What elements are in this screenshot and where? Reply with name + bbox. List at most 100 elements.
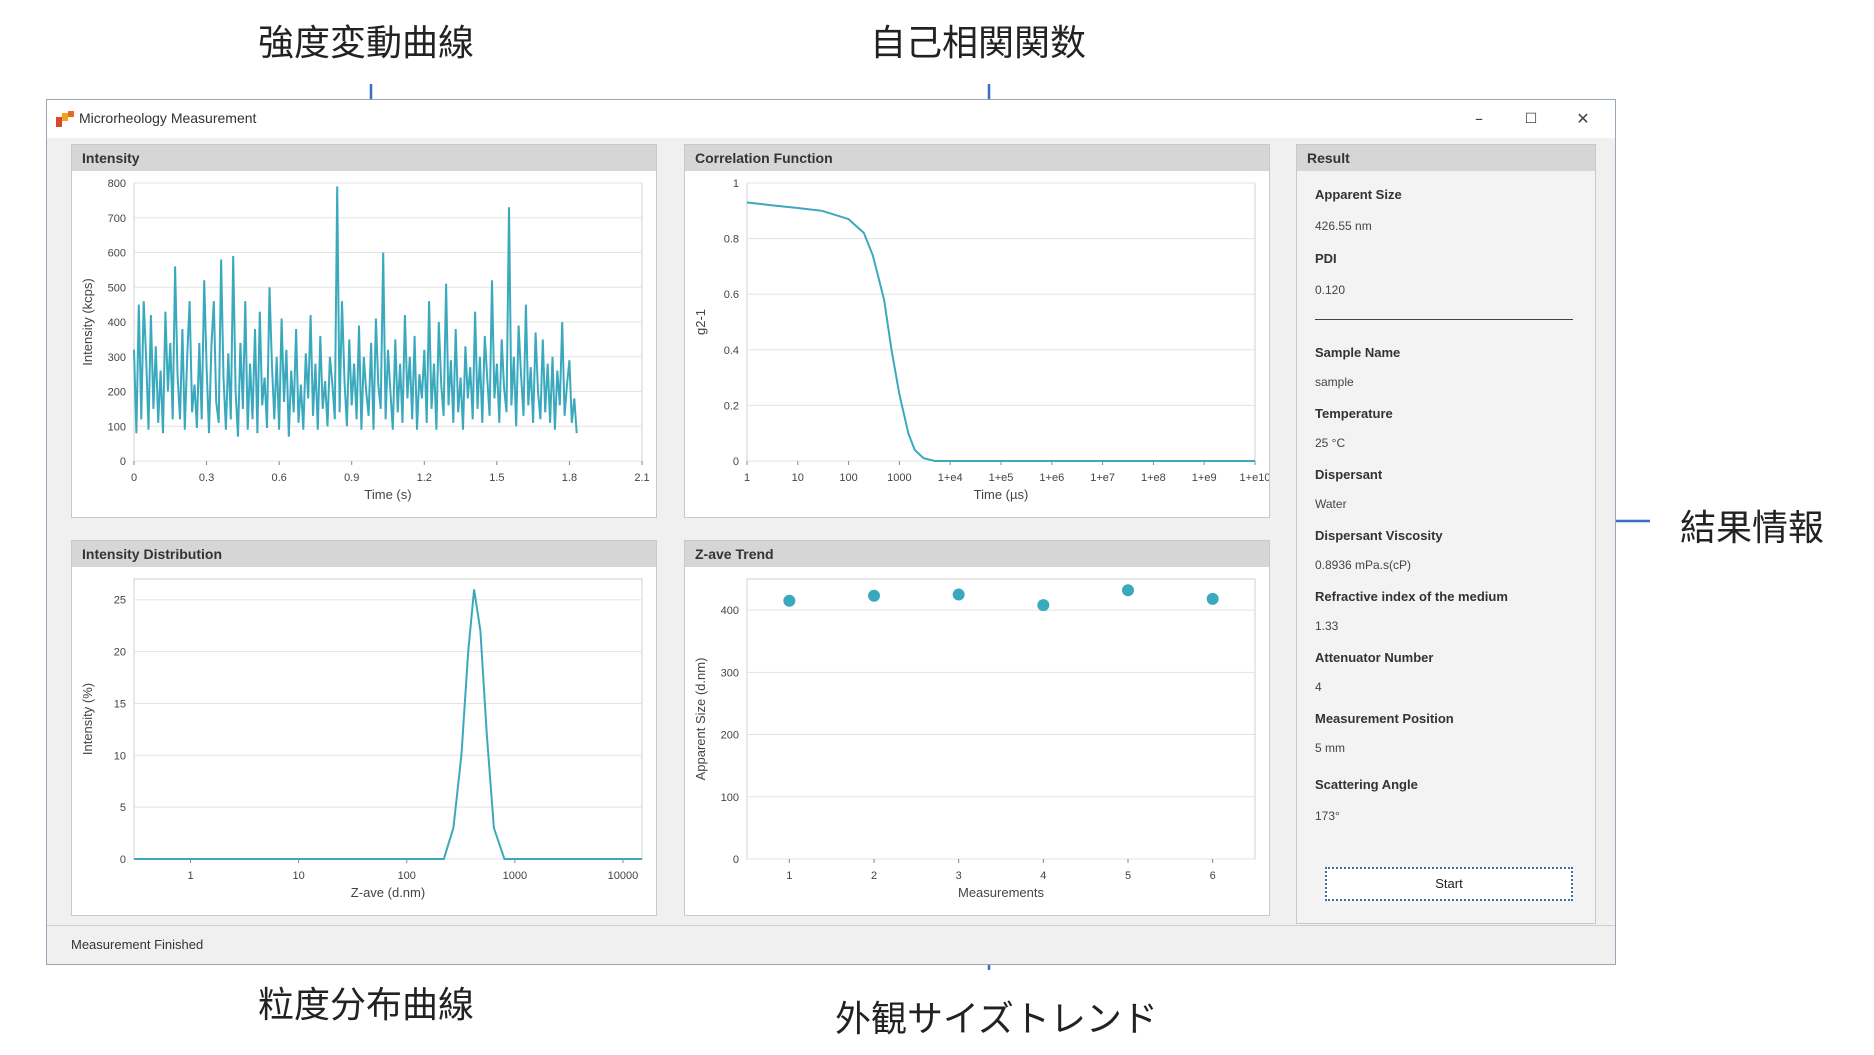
correlation-chart: 0 0.2 0.4 0.6 0.8 1 1 10 100 1000 1+e4 1+e5 1+e6 1+e7… bbox=[693, 178, 1269, 502]
app-logo-icon bbox=[56, 111, 74, 127]
scattering-angle-label: Scattering Angle bbox=[1315, 777, 1418, 792]
temperature-label: Temperature bbox=[1315, 406, 1393, 421]
annotation-autocorrelation: 自己相関関数 bbox=[870, 23, 1087, 64]
x-axis-label: Z-ave (d.nm) bbox=[351, 885, 425, 900]
x-tick-label: 5 bbox=[1125, 870, 1131, 882]
correlation-panel-title: Correlation Function bbox=[685, 145, 1269, 171]
data-point bbox=[783, 594, 796, 607]
minimize-button[interactable]: – bbox=[1454, 104, 1504, 134]
data-point bbox=[868, 589, 880, 602]
y-tick-label: 400 bbox=[108, 317, 126, 329]
refractive-index-label: Refractive index of the medium bbox=[1315, 589, 1508, 604]
y-tick-label: 500 bbox=[108, 282, 126, 294]
maximize-button[interactable]: ☐ bbox=[1506, 104, 1556, 134]
x-tick-label: 6 bbox=[1210, 870, 1216, 882]
y-tick-label: 0 bbox=[120, 854, 126, 866]
y-axis-label: Apparent Size (d.nm) bbox=[693, 658, 708, 781]
y-tick-label: 10 bbox=[114, 750, 126, 762]
window-title: Microrheology Measurement bbox=[79, 110, 257, 126]
data-point bbox=[952, 588, 965, 601]
x-tick-label: 4 bbox=[1040, 870, 1046, 882]
intensity-panel-title: Intensity bbox=[72, 145, 656, 171]
zave-panel: Z-ave Trend 0 100 200 300 400 1 2 3 4 5 6 Measureme… bbox=[684, 540, 1270, 916]
data-point bbox=[1037, 599, 1050, 612]
x-axis-label: Measurements bbox=[958, 885, 1044, 900]
sample-name-value: sample bbox=[1315, 375, 1354, 389]
distribution-chart: 0 5 10 15 20 25 1 10 100 1000 10000 Z-ave (d.nm) Int… bbox=[80, 578, 643, 900]
x-tick-label: 0.3 bbox=[199, 472, 214, 484]
start-button[interactable]: Start bbox=[1325, 867, 1573, 901]
y-tick-label: 0.4 bbox=[724, 345, 739, 357]
y-tick-label: 0 bbox=[733, 854, 739, 866]
measurement-position-value: 5 mm bbox=[1315, 741, 1345, 755]
y-tick-label: 5 bbox=[120, 802, 126, 814]
x-axis-label: Time (µs) bbox=[974, 487, 1029, 502]
y-tick-label: 0.8 bbox=[724, 234, 739, 246]
x-tick-label: 1+e9 bbox=[1192, 472, 1217, 484]
x-tick-label: 1.2 bbox=[417, 472, 432, 484]
temperature-value: 25 °C bbox=[1315, 436, 1346, 450]
close-button[interactable]: ✕ bbox=[1558, 104, 1608, 134]
x-tick-label: 2.1 bbox=[634, 472, 649, 484]
x-tick-label: 1+e7 bbox=[1090, 472, 1115, 484]
x-tick-label: 1+e6 bbox=[1039, 472, 1064, 484]
y-tick-label: 800 bbox=[108, 178, 126, 190]
data-point bbox=[1206, 592, 1219, 605]
y-tick-label: 0 bbox=[733, 456, 739, 468]
y-tick-label: 300 bbox=[108, 352, 126, 364]
annotation-size-distribution: 粒度分布曲線 bbox=[258, 985, 475, 1026]
x-tick-label: 100 bbox=[398, 870, 416, 882]
y-tick-label: 0.2 bbox=[724, 400, 739, 412]
y-tick-label: 200 bbox=[108, 387, 126, 399]
x-tick-label: 1+e10 bbox=[1240, 472, 1269, 484]
x-tick-label: 1+e8 bbox=[1141, 472, 1166, 484]
x-tick-label: 1.5 bbox=[489, 472, 504, 484]
status-text: Measurement Finished bbox=[71, 937, 204, 952]
x-tick-label: 0 bbox=[131, 472, 137, 484]
pdi-label: PDI bbox=[1315, 251, 1337, 266]
x-tick-label: 0.6 bbox=[271, 472, 286, 484]
y-tick-label: 1 bbox=[733, 178, 739, 190]
y-tick-label: 300 bbox=[721, 667, 739, 679]
x-tick-label: 0.9 bbox=[344, 472, 359, 484]
intensity-panel: Intensity 0 100 200 300 400 500 600 700 800 0 0.3 0… bbox=[71, 144, 657, 518]
y-tick-label: 0 bbox=[120, 456, 126, 468]
annotation-apparent-size-trend: 外観サイズトレンド bbox=[835, 999, 1158, 1040]
zave-panel-title: Z-ave Trend bbox=[685, 541, 1269, 567]
plot-area bbox=[133, 578, 643, 860]
y-tick-label: 25 bbox=[114, 595, 126, 607]
x-tick-label: 100 bbox=[839, 472, 857, 484]
x-tick-label: 1 bbox=[786, 870, 792, 882]
x-tick-label: 2 bbox=[871, 870, 877, 882]
x-tick-label: 1 bbox=[187, 870, 193, 882]
y-tick-label: 400 bbox=[721, 605, 739, 617]
app-window: Microrheology Measurement – ☐ ✕ Intensit… bbox=[46, 99, 1616, 965]
x-tick-label: 1 bbox=[744, 472, 750, 484]
result-divider bbox=[1315, 319, 1573, 320]
y-tick-label: 20 bbox=[114, 647, 126, 659]
zave-chart: 0 100 200 300 400 1 2 3 4 5 6 Measurements Apparent … bbox=[693, 578, 1256, 900]
distribution-panel-title: Intensity Distribution bbox=[72, 541, 656, 567]
x-tick-label: 1+e5 bbox=[989, 472, 1014, 484]
annotation-result-info: 結果情報 bbox=[1680, 508, 1825, 549]
y-axis-label: g2-1 bbox=[693, 309, 708, 335]
apparent-size-value: 426.55 nm bbox=[1315, 219, 1372, 233]
dispersant-label: Dispersant bbox=[1315, 467, 1383, 482]
x-axis-label: Time (s) bbox=[364, 487, 411, 502]
y-tick-label: 700 bbox=[108, 213, 126, 225]
y-tick-label: 200 bbox=[721, 730, 739, 742]
title-bar: Microrheology Measurement – ☐ ✕ bbox=[47, 100, 1615, 138]
data-point bbox=[1122, 584, 1134, 597]
intensity-chart: 0 100 200 300 400 500 600 700 800 0 0.3 0.6 0.9 1.2 1.… bbox=[80, 178, 650, 502]
sample-name-label: Sample Name bbox=[1315, 345, 1401, 360]
measurement-position-label: Measurement Position bbox=[1315, 711, 1454, 726]
y-tick-label: 0.6 bbox=[724, 289, 739, 301]
x-tick-label: 10 bbox=[293, 870, 305, 882]
y-tick-label: 100 bbox=[108, 421, 126, 433]
y-tick-label: 15 bbox=[114, 698, 126, 710]
viscosity-label: Dispersant Viscosity bbox=[1315, 528, 1443, 543]
y-tick-label: 600 bbox=[108, 248, 126, 260]
status-bar: Measurement Finished bbox=[47, 925, 1615, 964]
x-tick-label: 1000 bbox=[503, 870, 527, 882]
x-tick-label: 3 bbox=[956, 870, 962, 882]
